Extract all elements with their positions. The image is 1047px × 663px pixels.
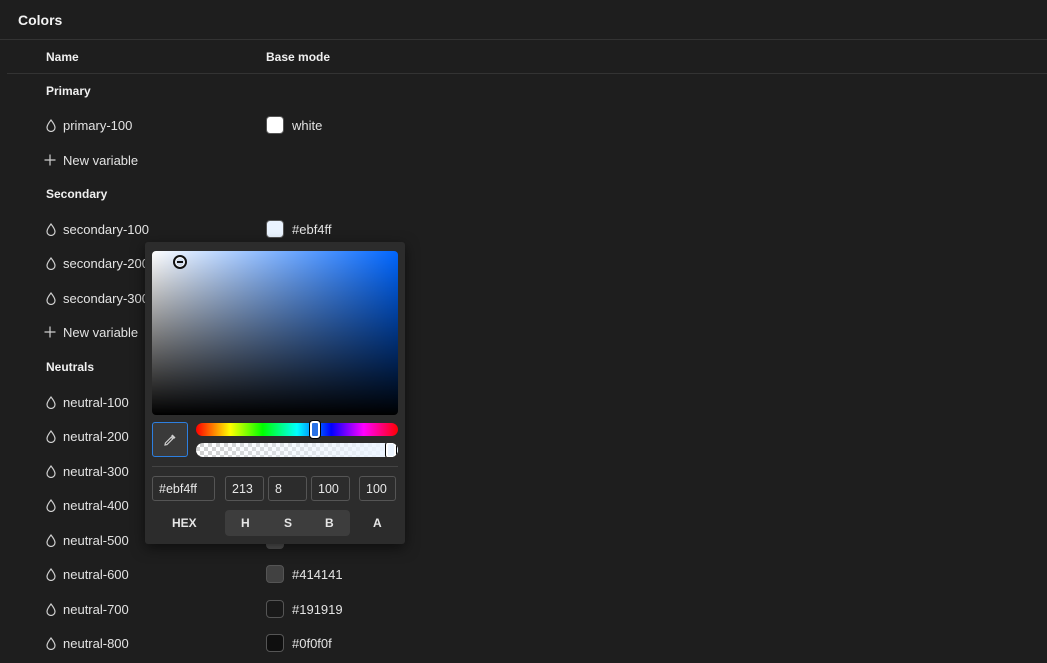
alpha-mode-label[interactable]: A [373, 516, 382, 530]
alpha-gradient [196, 443, 398, 457]
variable-row[interactable]: primary-100 white [0, 108, 1047, 142]
hue-input[interactable]: 213 [225, 476, 264, 501]
h-mode-label: H [241, 516, 250, 530]
group-header-primary[interactable]: Primary [0, 74, 1047, 108]
variable-name: neutral-300 [63, 464, 129, 479]
drop-icon [46, 568, 56, 581]
variable-name: neutral-500 [63, 533, 129, 548]
plus-icon [44, 326, 56, 338]
s-mode-label: S [284, 516, 293, 530]
panel-title: Colors [18, 11, 63, 28]
variable-value[interactable]: white [292, 118, 322, 133]
variable-row[interactable]: secondary-100 #ebf4ff [0, 212, 1047, 246]
drop-icon [46, 603, 56, 616]
group-header-secondary[interactable]: Secondary [0, 177, 1047, 211]
variable-name: neutral-100 [63, 395, 129, 410]
column-base-mode-header[interactable]: Base mode [266, 50, 330, 64]
alpha-slider-thumb[interactable] [386, 443, 396, 457]
color-handle[interactable] [173, 255, 187, 269]
hsb-mode-toggle[interactable]: H S B [225, 510, 350, 536]
variables-panel: Colors Name Base mode Primary primary-10… [0, 0, 1047, 663]
variable-name: neutral-200 [63, 429, 129, 444]
hue-slider-thumb[interactable] [310, 421, 320, 438]
drop-icon [46, 465, 56, 478]
color-swatch[interactable] [266, 116, 284, 134]
variable-row[interactable]: neutral-600 #414141 [0, 557, 1047, 591]
color-picker-popup: #ebf4ff 213 8 100 100 HEX H S B A [145, 242, 405, 544]
drop-icon [46, 430, 56, 443]
variable-name: neutral-400 [63, 498, 129, 513]
drop-icon [46, 637, 56, 650]
saturation-input[interactable]: 8 [268, 476, 307, 501]
drop-icon [46, 257, 56, 270]
variable-name: primary-100 [63, 118, 133, 133]
variable-name: neutral-800 [63, 636, 129, 651]
saturation-brightness-area[interactable] [152, 251, 398, 415]
color-swatch[interactable] [266, 220, 284, 238]
drop-icon [46, 119, 56, 132]
variable-name: secondary-100 [63, 222, 149, 237]
eyedropper-button[interactable] [152, 422, 188, 457]
variable-name: secondary-200 [63, 256, 149, 271]
variable-name: neutral-700 [63, 602, 129, 617]
variable-name: neutral-600 [63, 567, 129, 582]
hex-mode-label[interactable]: HEX [172, 516, 197, 530]
divider [152, 466, 398, 467]
color-swatch[interactable] [266, 600, 284, 618]
color-swatch[interactable] [266, 565, 284, 583]
variable-value[interactable]: #191919 [292, 602, 343, 617]
variable-value[interactable]: #414141 [292, 567, 343, 582]
panel-header: Colors [0, 0, 1047, 40]
drop-icon [46, 292, 56, 305]
column-name-header[interactable]: Name [46, 50, 79, 64]
new-variable-label: New variable [63, 325, 139, 340]
drop-icon [46, 396, 56, 409]
variable-row[interactable]: neutral-800 #0f0f0f [0, 626, 1047, 660]
variable-name: secondary-300 [63, 291, 149, 306]
new-variable-button[interactable]: New variable [0, 143, 1047, 177]
alpha-slider[interactable] [196, 443, 398, 457]
color-swatch[interactable] [266, 634, 284, 652]
eyedropper-icon [164, 434, 176, 446]
hue-slider[interactable] [196, 421, 398, 438]
alpha-input[interactable]: 100 [359, 476, 396, 501]
variable-value[interactable]: #0f0f0f [292, 636, 332, 651]
variable-row[interactable]: neutral-700 #191919 [0, 592, 1047, 626]
plus-icon [44, 154, 56, 166]
variable-value[interactable]: #ebf4ff [292, 222, 332, 237]
drop-icon [46, 499, 56, 512]
hex-input[interactable]: #ebf4ff [152, 476, 215, 501]
group-label: Secondary [46, 187, 108, 201]
b-mode-label: B [325, 516, 334, 530]
column-header-row: Name Base mode [7, 40, 1047, 74]
new-variable-label: New variable [63, 153, 139, 168]
brightness-input[interactable]: 100 [311, 476, 350, 501]
group-label: Primary [46, 84, 91, 98]
drop-icon [46, 534, 56, 547]
drop-icon [46, 223, 56, 236]
group-label: Neutrals [46, 360, 95, 374]
